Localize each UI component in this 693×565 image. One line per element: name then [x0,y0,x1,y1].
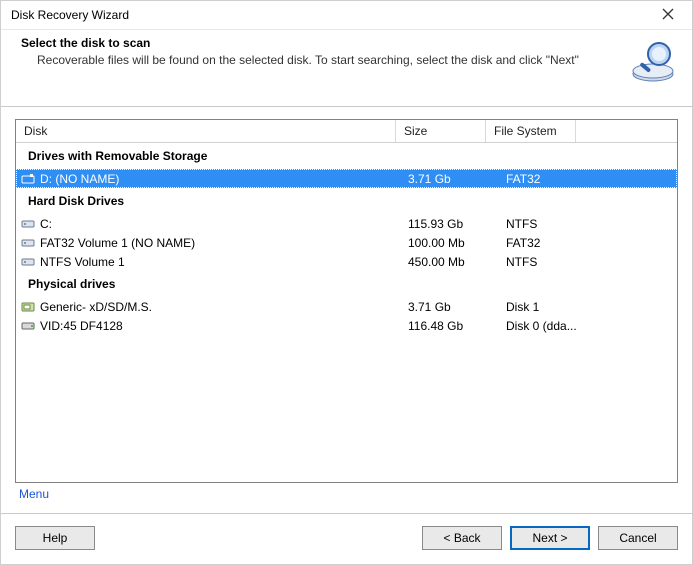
disk-row-fs: FAT32 [498,236,596,250]
group-header: Hard Disk Drives [16,188,677,214]
disk-list-body: Drives with Removable StorageD: (NO NAME… [16,143,677,482]
wizard-header: Select the disk to scan Recoverable file… [1,30,692,107]
menu-link[interactable]: Menu [15,483,678,509]
physical-disk-icon [20,319,36,333]
disk-row[interactable]: C: 115.93 GbNTFS [16,214,677,233]
column-header-pad [576,120,677,142]
disk-row-name-cell: FAT32 Volume 1 (NO NAME) [16,236,400,250]
back-button[interactable]: < Back [422,526,502,550]
disk-row-name: NTFS Volume 1 [40,255,125,269]
wizard-header-description: Recoverable files will be found on the s… [21,52,618,68]
disk-row-fs: Disk 0 (dda... [498,319,596,333]
disk-list-header: Disk Size File System [16,120,677,143]
column-header-disk[interactable]: Disk [16,120,396,142]
disk-row-name: C: [40,217,52,231]
next-button[interactable]: Next > [510,526,590,550]
disk-row-name-cell: C: [16,217,400,231]
disk-row-fs: Disk 1 [498,300,596,314]
disk-row[interactable]: FAT32 Volume 1 (NO NAME) 100.00 MbFAT32 [16,233,677,252]
disk-row-name-cell: VID:45 DF4128 [16,319,400,333]
group-header: Physical drives [16,271,677,297]
disk-row-fs: NTFS [498,255,596,269]
disk-list[interactable]: Disk Size File System Drives with Remova… [15,119,678,483]
wizard-header-title: Select the disk to scan [21,36,618,50]
hard-drive-icon [20,217,36,231]
disk-row-name-cell: D: (NO NAME) [16,172,400,186]
wizard-body: Disk Size File System Drives with Remova… [1,107,692,513]
wizard-header-icon [626,36,680,96]
disk-row-size: 3.71 Gb [400,300,498,314]
hard-drive-icon [20,255,36,269]
wizard-footer: Help < Back Next > Cancel [1,514,692,564]
group-header: Drives with Removable Storage [16,143,677,169]
disk-row-size: 450.00 Mb [400,255,498,269]
disk-row-name-cell: Generic- xD/SD/M.S. [16,300,400,314]
disk-row-name: FAT32 Volume 1 (NO NAME) [40,236,195,250]
disk-row[interactable]: VID:45 DF4128 116.48 GbDisk 0 (dda... [16,316,677,335]
disk-row-name: VID:45 DF4128 [40,319,123,333]
disk-row-name: Generic- xD/SD/M.S. [40,300,152,314]
cancel-button[interactable]: Cancel [598,526,678,550]
column-header-fs[interactable]: File System [486,120,576,142]
removable-drive-icon [20,172,36,186]
disk-row-name: D: (NO NAME) [40,172,119,186]
disk-row-fs: FAT32 [498,172,596,186]
close-button[interactable] [650,4,686,26]
magnifier-disk-icon [629,38,677,89]
help-button[interactable]: Help [15,526,95,550]
disk-recovery-wizard-window: Disk Recovery Wizard Select the disk to … [0,0,693,565]
disk-row[interactable]: D: (NO NAME) 3.71 GbFAT32 [16,169,677,188]
disk-row-name-cell: NTFS Volume 1 [16,255,400,269]
column-header-size[interactable]: Size [396,120,486,142]
disk-row-size: 100.00 Mb [400,236,498,250]
disk-row-size: 115.93 Gb [400,217,498,231]
disk-row-size: 116.48 Gb [400,319,498,333]
disk-row-fs: NTFS [498,217,596,231]
wizard-header-text: Select the disk to scan Recoverable file… [21,36,626,96]
hard-drive-icon [20,236,36,250]
window-title: Disk Recovery Wizard [11,8,650,22]
title-bar: Disk Recovery Wizard [1,1,692,30]
disk-row-size: 3.71 Gb [400,172,498,186]
close-icon [662,7,674,23]
card-reader-icon [20,300,36,314]
disk-row[interactable]: Generic- xD/SD/M.S. 3.71 GbDisk 1 [16,297,677,316]
disk-row[interactable]: NTFS Volume 1 450.00 MbNTFS [16,252,677,271]
